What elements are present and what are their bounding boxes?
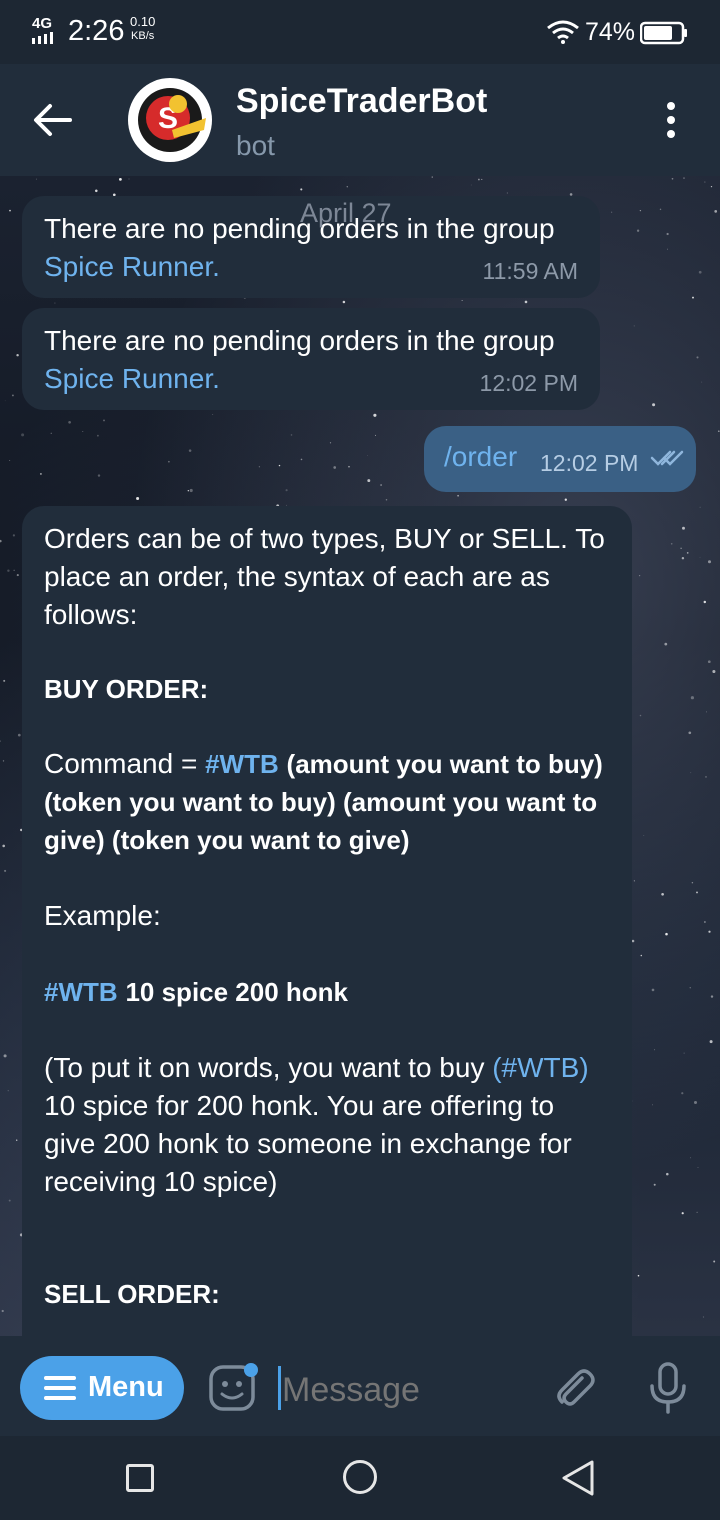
sticker-icon[interactable] — [208, 1362, 260, 1414]
attach-icon[interactable] — [552, 1366, 598, 1412]
message-time: 12:02 PM — [479, 370, 578, 396]
date-label: April 27 — [300, 198, 392, 228]
text-cursor — [278, 1366, 281, 1410]
order-intro: Orders can be of two types, BUY or SELL.… — [44, 523, 605, 630]
spicetrader-logo-icon: S — [130, 80, 210, 160]
hamburger-icon — [44, 1376, 76, 1400]
message-composer: Menu — [0, 1336, 720, 1436]
message-time: 11:59 AM — [482, 258, 578, 284]
bot-reply-bubble[interactable]: Orders can be of two types, BUY or SELL.… — [22, 506, 632, 1336]
buy-order-heading: BUY ORDER: — [44, 674, 209, 704]
read-checkmarks-icon — [650, 450, 684, 466]
home-button[interactable] — [343, 1460, 377, 1494]
more-vertical-icon[interactable] — [656, 100, 686, 140]
hashtag-link[interactable]: (#WTB) — [492, 1052, 588, 1083]
back-arrow-icon[interactable] — [30, 100, 76, 140]
system-nav-bar — [0, 1436, 720, 1520]
hashtag-link[interactable]: #WTB — [205, 749, 279, 779]
outgoing-message-bubble[interactable]: /order 12:02 PM — [424, 426, 696, 492]
example-explanation: (To put it on words, you want to buy (#W… — [44, 1052, 589, 1197]
bot-avatar[interactable]: S — [128, 78, 212, 162]
clock: 2:26 — [68, 15, 125, 47]
chat-header: S SpiceTraderBot bot — [0, 64, 720, 176]
chat-subtitle: bot — [236, 130, 275, 161]
battery-icon — [640, 21, 687, 45]
menu-label: Menu — [88, 1371, 164, 1403]
message-list[interactable]: There are no pending orders in the group… — [0, 176, 720, 1336]
system-back-icon[interactable] — [560, 1458, 596, 1498]
status-bar: 4G 2:26 0.10 KB/s 74% — [0, 0, 720, 64]
hashtag-link[interactable]: #WTB — [44, 977, 118, 1007]
wifi-icon — [547, 20, 579, 44]
battery-percent: 74% — [585, 18, 636, 46]
command-line: Command = #WTB (amount you want to buy) … — [44, 748, 603, 855]
message-input[interactable] — [282, 1368, 542, 1412]
microphone-icon[interactable] — [648, 1362, 688, 1414]
message-bubble[interactable]: There are no pending orders in the group… — [22, 308, 600, 410]
message-time: 12:02 PM — [540, 450, 639, 476]
signal-icon — [32, 32, 53, 44]
recents-button[interactable] — [126, 1464, 154, 1492]
command-text[interactable]: /order — [444, 438, 517, 476]
message-text: There are no pending orders in the group — [44, 325, 555, 356]
chat-title[interactable]: SpiceTraderBot — [236, 82, 487, 121]
bot-menu-button[interactable]: Menu — [20, 1356, 184, 1420]
sell-order-heading: SELL ORDER: — [44, 1279, 220, 1309]
example-line: #WTB 10 spice 200 honk — [44, 977, 349, 1007]
network-type: 4G — [32, 15, 53, 32]
network-speed: 0.10 KB/s — [130, 14, 156, 42]
example-label: Example: — [44, 900, 161, 931]
